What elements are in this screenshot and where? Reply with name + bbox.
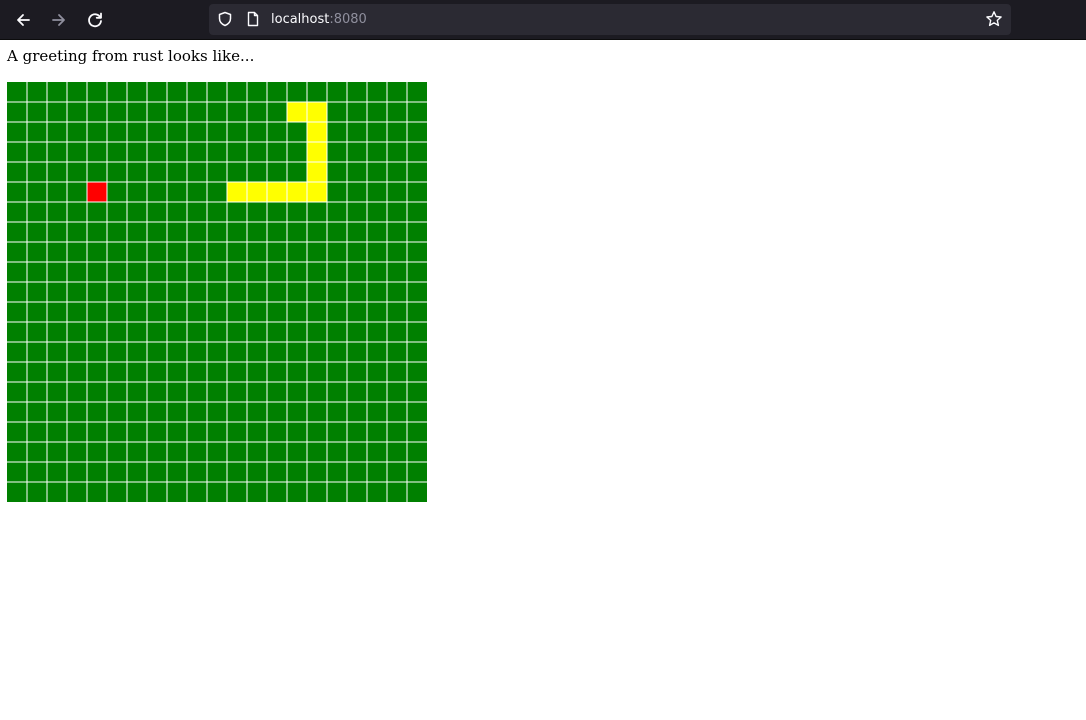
board-background [7, 82, 427, 502]
snake-game-board[interactable] [7, 82, 427, 502]
url-host: localhost [271, 12, 330, 27]
url-port: :8080 [329, 12, 367, 27]
back-button[interactable] [9, 6, 37, 34]
snake-segment [307, 122, 327, 142]
reload-button[interactable] [81, 6, 109, 34]
url-bar[interactable]: localhost:8080 [209, 4, 1011, 35]
snake-segment [227, 182, 247, 202]
forward-button[interactable] [45, 6, 73, 34]
snake-segment [247, 182, 267, 202]
page-icon[interactable] [245, 11, 261, 27]
snake-segment [307, 162, 327, 182]
star-icon[interactable] [985, 10, 1003, 28]
snake-segment [287, 102, 307, 122]
food-cell [87, 182, 107, 202]
arrow-left-icon [17, 14, 30, 26]
arrow-right-icon [52, 14, 65, 26]
snake-segment [287, 182, 307, 202]
snake-segment [307, 102, 327, 122]
url-text[interactable]: localhost:8080 [271, 4, 367, 35]
page-content: A greeting from rust looks like... [0, 40, 1086, 720]
shield-icon[interactable] [217, 11, 233, 27]
reload-icon [88, 12, 102, 28]
greeting-text: A greeting from rust looks like... [7, 47, 255, 65]
snake-segment [267, 182, 287, 202]
browser-toolbar: localhost:8080 [0, 0, 1086, 40]
snake-segment [307, 182, 327, 202]
snake-segment [307, 142, 327, 162]
